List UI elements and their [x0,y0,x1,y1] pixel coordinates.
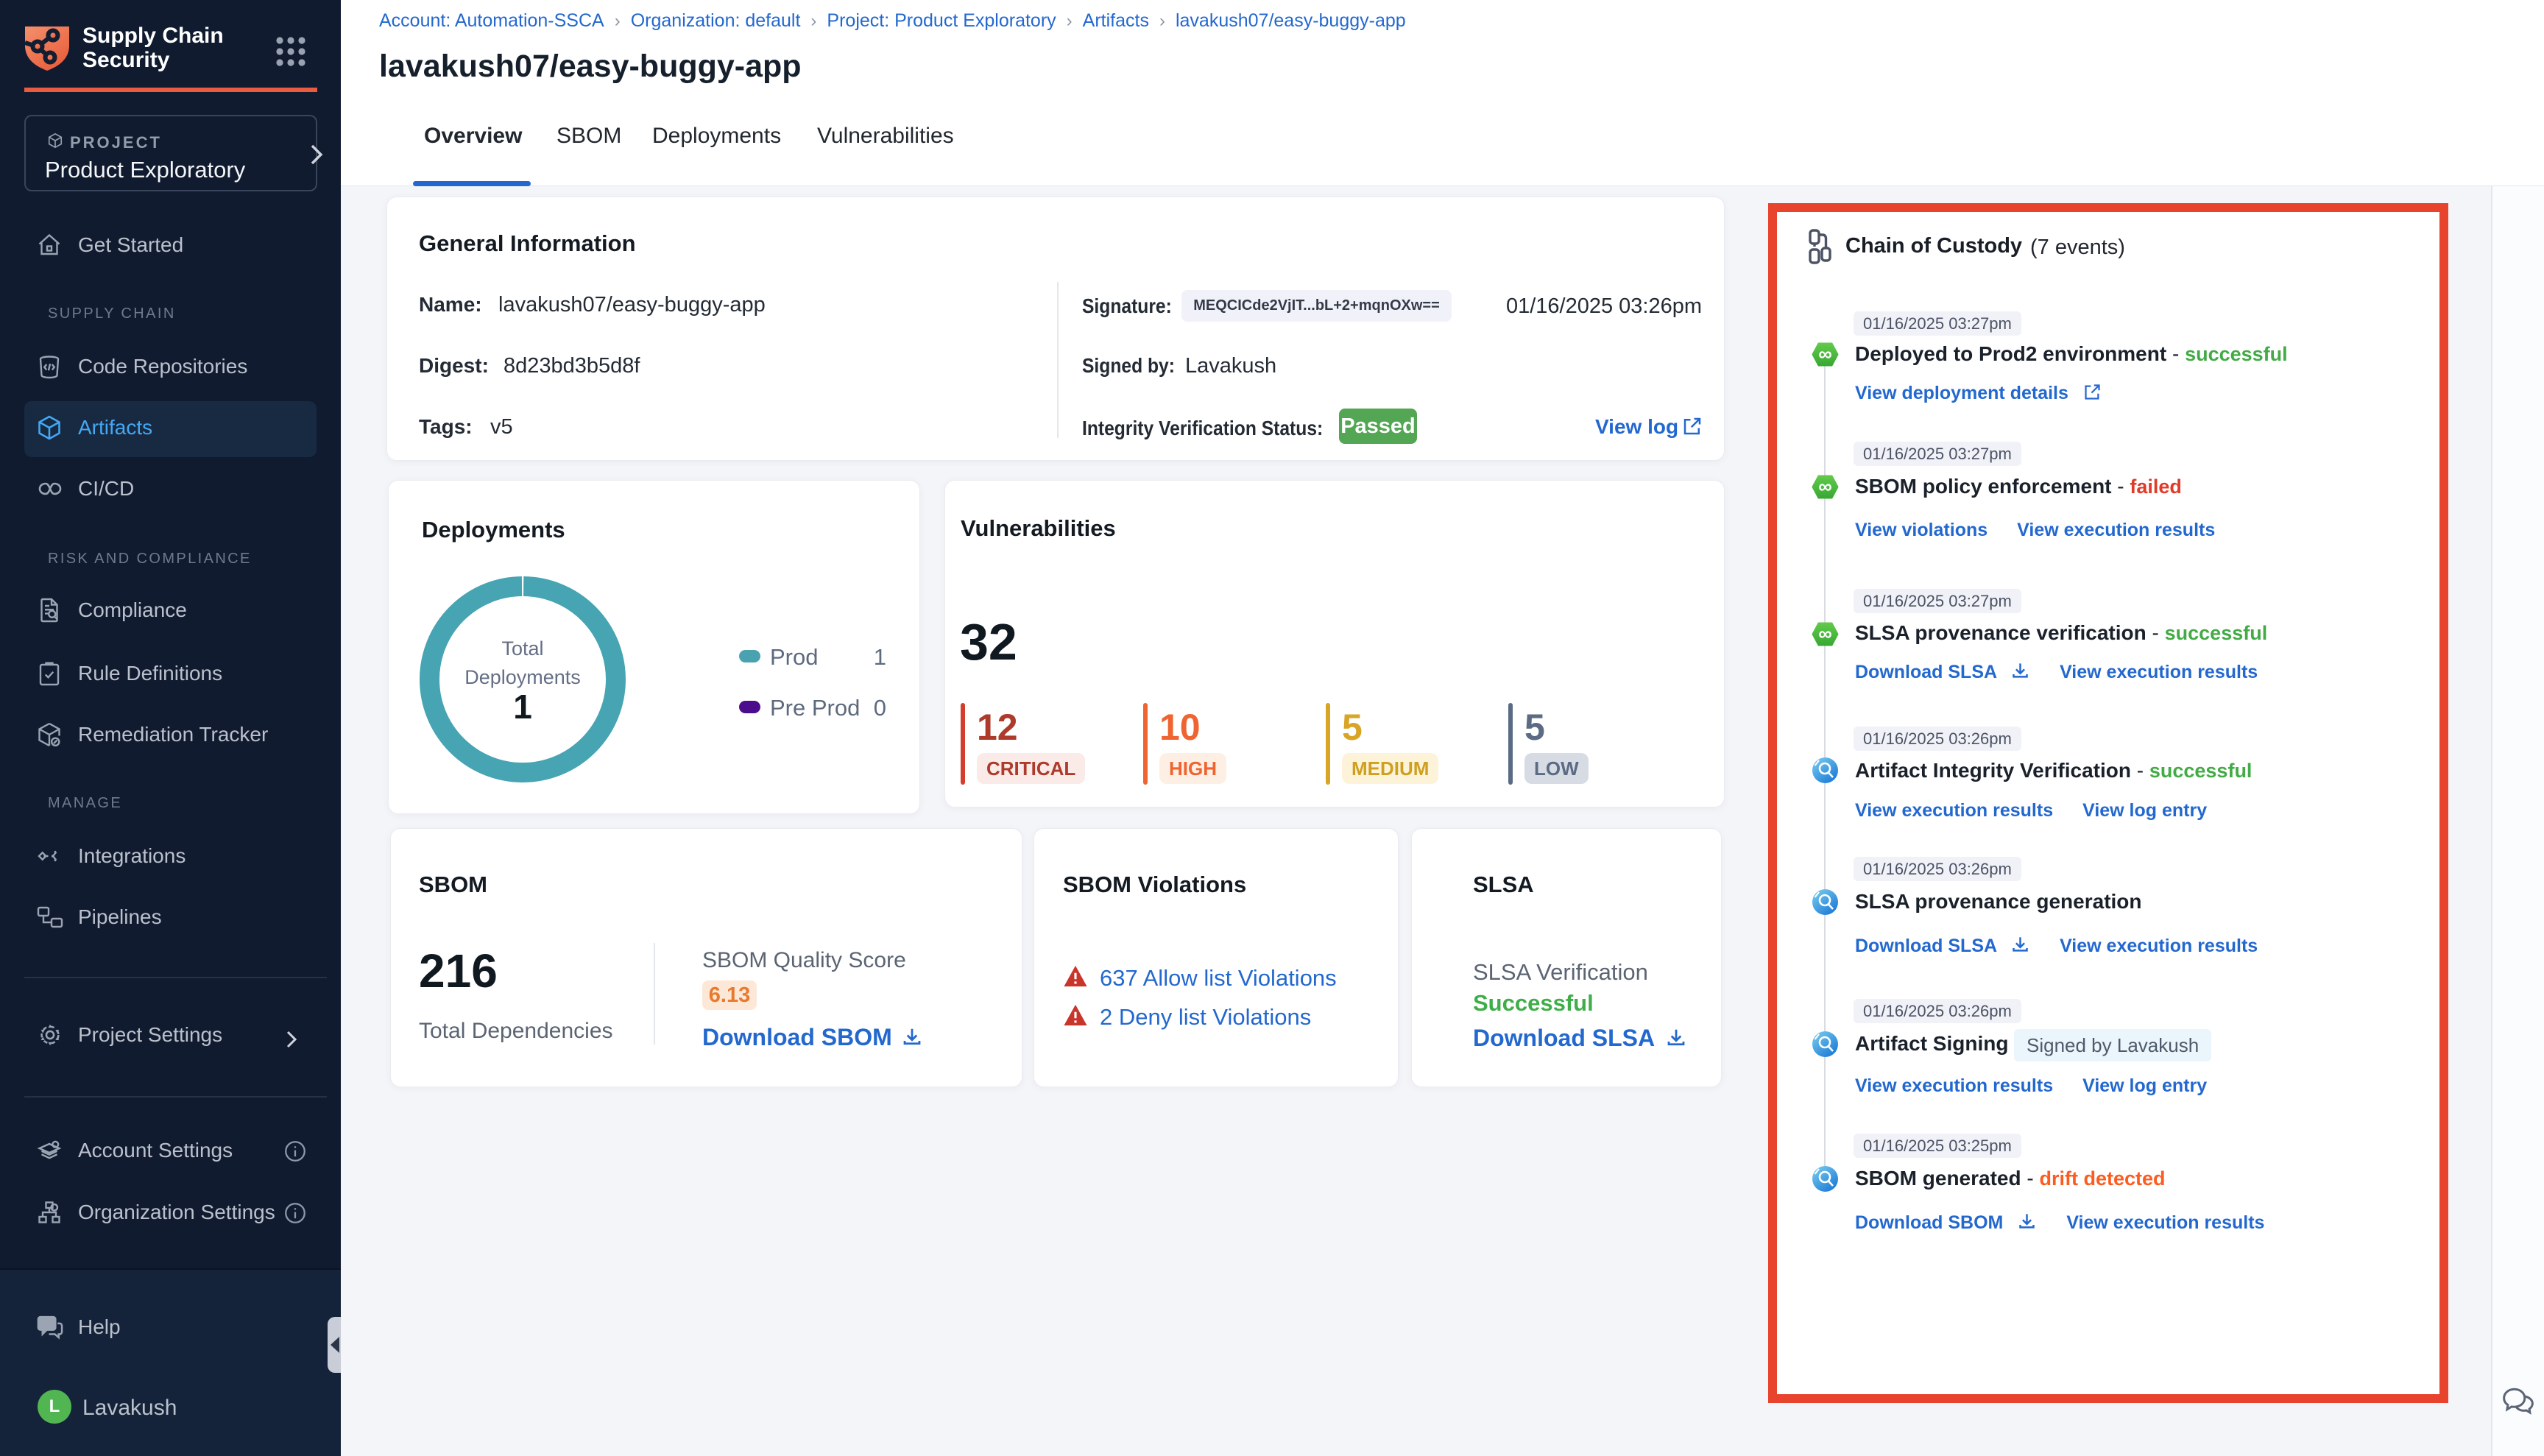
svg-text:∞: ∞ [1818,623,1832,645]
svg-text:?: ? [43,1318,50,1330]
svg-text:∞: ∞ [1818,476,1832,498]
svg-text:∞: ∞ [1818,343,1832,365]
